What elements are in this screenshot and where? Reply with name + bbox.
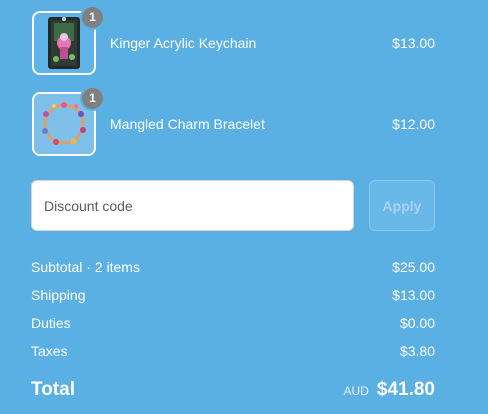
shipping-label: Shipping <box>31 287 86 303</box>
discount-row: Apply <box>31 180 435 231</box>
product-thumbnail-wrapper: 1 <box>32 85 105 156</box>
item-price: $13.00 <box>392 34 435 51</box>
subtotal-row: Subtotal · 2 items $25.00 <box>31 253 435 281</box>
taxes-row: Taxes $3.80 <box>31 337 435 365</box>
shipping-row: Shipping $13.00 <box>31 281 435 309</box>
quantity-badge: 1 <box>80 85 105 111</box>
item-name: Kinger Acrylic Keychain <box>110 34 257 51</box>
duties-row: Duties $0.00 <box>31 309 435 337</box>
line-item: 1 Mangled Charm Bracelet $12.00 <box>32 85 435 156</box>
subtotal-label: Subtotal · 2 items <box>31 259 140 275</box>
currency-code: AUD <box>343 384 369 398</box>
total-row: Total AUD $41.80 <box>31 376 435 404</box>
duties-label: Duties <box>31 315 71 331</box>
duties-value: $0.00 <box>399 315 435 331</box>
product-thumbnail-wrapper: 1 <box>32 4 105 75</box>
quantity-badge: 1 <box>80 4 105 30</box>
shipping-value: $13.00 <box>392 287 435 303</box>
apply-button[interactable]: Apply <box>369 180 435 231</box>
taxes-label: Taxes <box>31 343 68 359</box>
item-name: Mangled Charm Bracelet <box>110 115 265 132</box>
item-price: $12.00 <box>392 115 435 132</box>
total-amount: $41.80 <box>376 379 435 400</box>
taxes-value: $3.80 <box>399 343 435 359</box>
order-summary: Subtotal · 2 items $25.00 Shipping $13.0… <box>31 253 435 365</box>
total-value-group: AUD $41.80 <box>344 379 435 401</box>
discount-code-input[interactable] <box>31 180 354 231</box>
line-item: 1 Kinger Acrylic Keychain $13.00 <box>32 4 435 75</box>
subtotal-value: $25.00 <box>392 259 435 275</box>
total-label: Total <box>31 379 75 400</box>
